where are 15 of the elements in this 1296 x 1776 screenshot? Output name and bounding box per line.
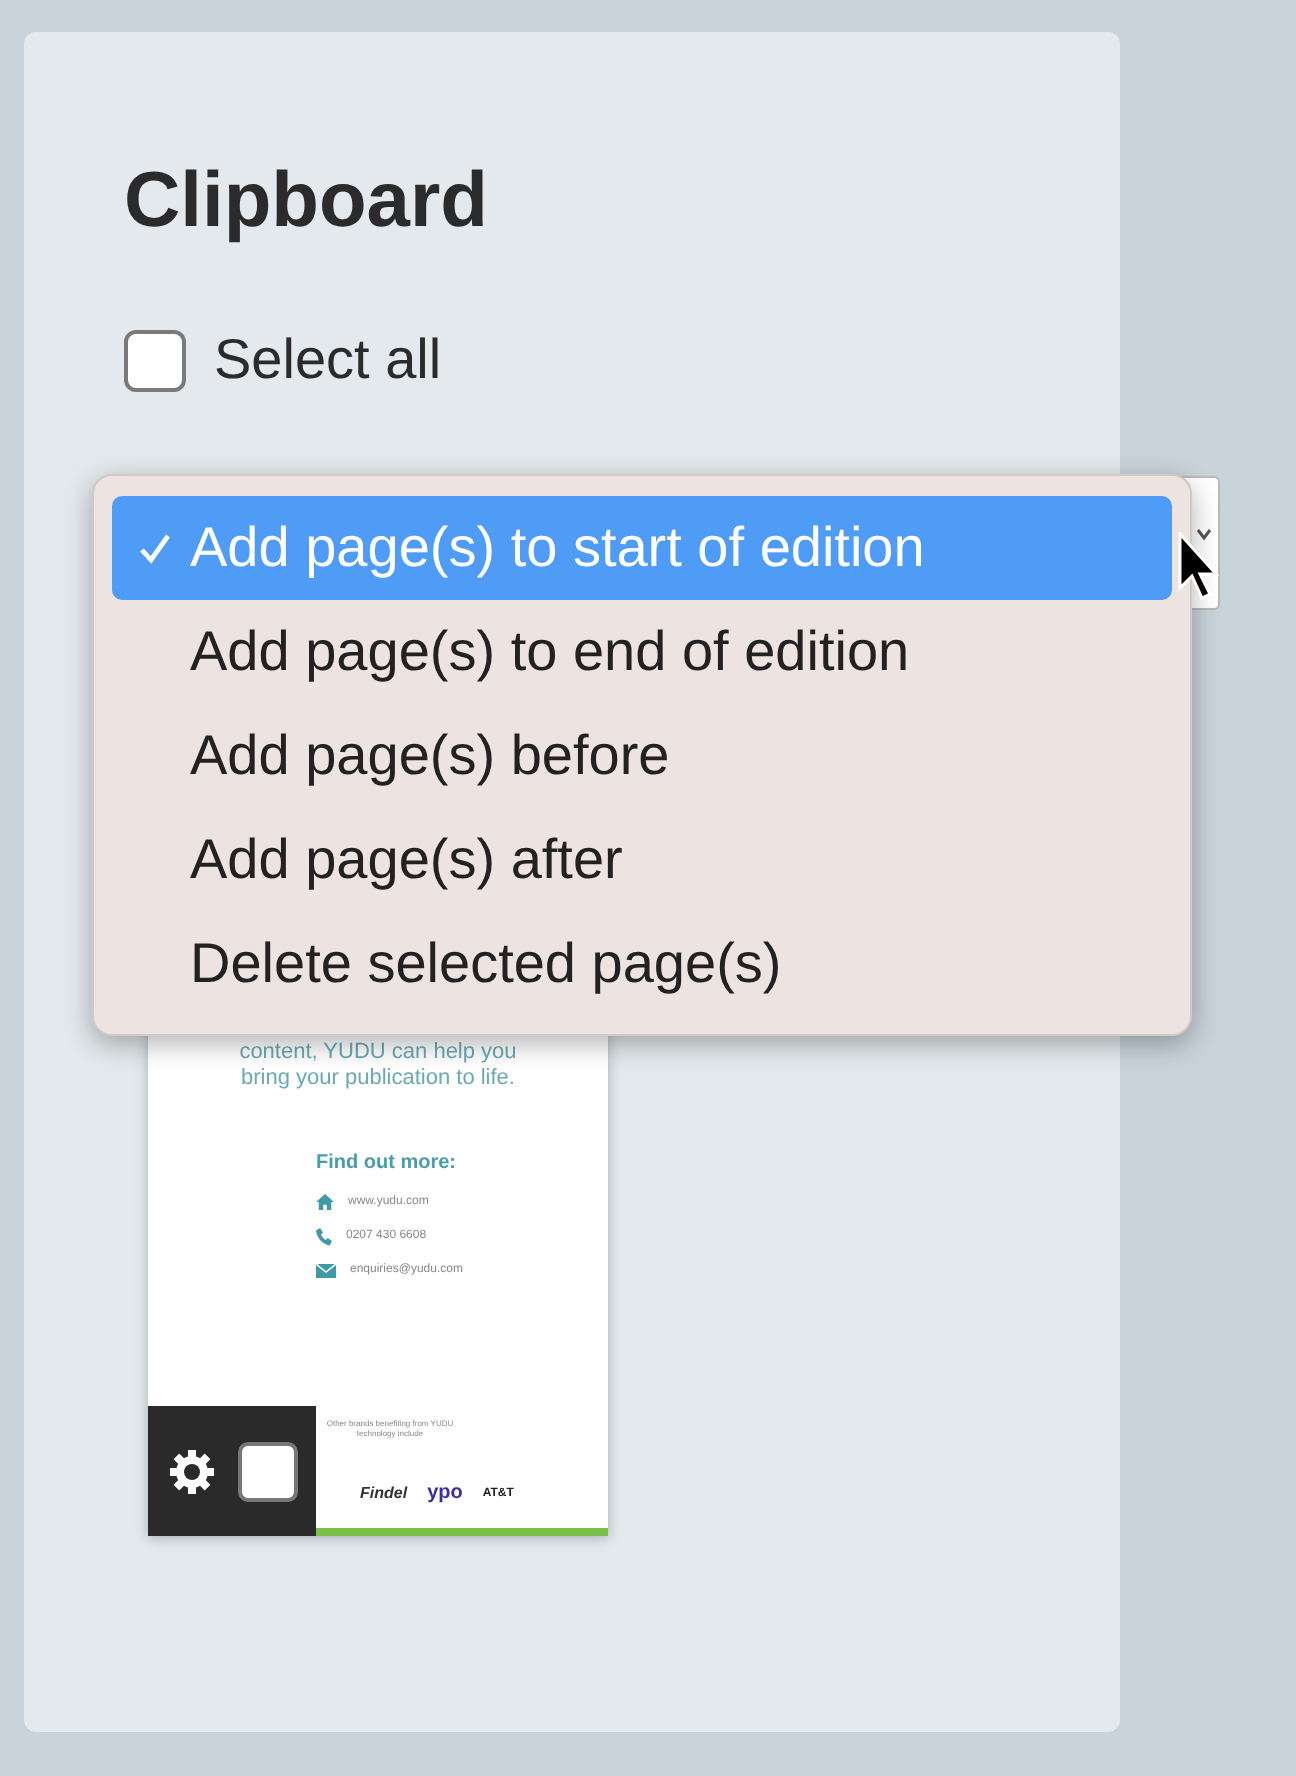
select-all-checkbox[interactable] xyxy=(124,329,186,391)
panel-title: Clipboard xyxy=(124,156,488,248)
page-text: content, YUDU can help you xyxy=(239,1040,517,1066)
phone-icon xyxy=(316,1227,332,1245)
page-checkbox[interactable] xyxy=(238,1441,298,1501)
settings-icon[interactable] xyxy=(166,1445,218,1497)
home-icon xyxy=(316,1194,334,1210)
brand-logo: Findel xyxy=(360,1484,408,1504)
page-heading: Find out more: xyxy=(316,1152,458,1174)
page-text: bring your publication to life. xyxy=(241,1066,515,1092)
chevron-icon xyxy=(1196,524,1212,544)
checkmark-icon xyxy=(138,532,172,566)
brand-logo: ypo xyxy=(427,1484,463,1504)
select-all-label[interactable]: Select all xyxy=(214,318,442,402)
envelope-icon xyxy=(316,1263,336,1277)
